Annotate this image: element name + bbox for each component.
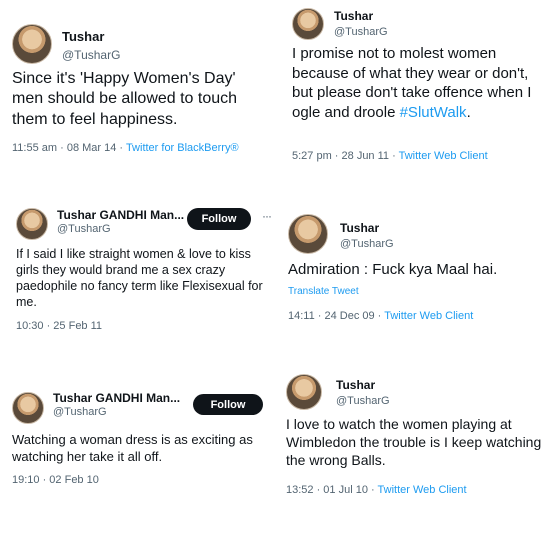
author-handle[interactable]: @TusharG	[334, 26, 388, 38]
follow-button[interactable]: Follow	[187, 208, 251, 230]
translate-tweet-link[interactable]: Translate Tweet	[288, 286, 359, 297]
tweet-timestamp[interactable]: 13:52 · 01 Jul 10 ·	[286, 484, 378, 496]
hashtag-link[interactable]: #SlutWalk	[400, 104, 467, 121]
tweet-client-link[interactable]: Twitter Web Client	[399, 150, 488, 162]
author-name[interactable]: Tushar	[62, 29, 104, 44]
follow-button[interactable]: Follow	[193, 394, 263, 415]
tweet-meta: 14:11 · 24 Dec 09 · Twitter Web Client	[288, 310, 473, 322]
tweet-text: Admiration : Fuck kya Maal hai.	[288, 261, 498, 278]
tweet-timestamp[interactable]: 11:55 am · 08 Mar 14 ·	[12, 142, 126, 154]
tweet-card-4[interactable]: Tushar @TusharG Admiration : Fuck kya Ma…	[280, 200, 554, 340]
tweet-card-2[interactable]: Tushar @TusharG I promise not to molest …	[280, 0, 554, 175]
tweet-meta: 5:27 pm · 28 Jun 11 · Twitter Web Client	[292, 150, 488, 162]
tweet-text: Since it's 'Happy Women's Day' men shoul…	[12, 70, 238, 128]
author-name[interactable]: Tushar GANDHI Man...	[53, 391, 180, 405]
author-handle[interactable]: @TusharG	[336, 395, 390, 407]
tweet-client-link[interactable]: Twitter for BlackBerry®	[126, 142, 239, 154]
tweet-text: If I said I like straight women & love t…	[16, 247, 263, 309]
author-name[interactable]: Tushar	[334, 9, 373, 23]
tweet-meta: 13:52 · 01 Jul 10 · Twitter Web Client	[286, 484, 467, 496]
tweet-client-link[interactable]: Twitter Web Client	[384, 310, 473, 322]
avatar[interactable]	[288, 214, 328, 254]
tweet-text: I love to watch the women playing at Wim…	[286, 416, 542, 468]
avatar[interactable]	[12, 24, 52, 64]
tweet-card-1[interactable]: Tushar @TusharG Since it's 'Happy Women'…	[0, 0, 272, 175]
avatar[interactable]	[16, 208, 48, 240]
tweet-text: Watching a woman dress is as exciting as…	[12, 432, 253, 464]
avatar[interactable]	[286, 374, 322, 410]
tweet-text: I promise not to molest women because of…	[292, 44, 542, 122]
tweet-timestamp[interactable]: 10:30 · 25 Feb 11	[16, 320, 102, 332]
tweet-card-6[interactable]: Tushar @TusharG I love to watch the wome…	[280, 370, 554, 500]
tweet-text-end: .	[466, 103, 471, 121]
author-handle[interactable]: @TusharG	[62, 48, 120, 62]
tweet-meta: 11:55 am · 08 Mar 14 · Twitter for Black…	[12, 142, 239, 154]
author-name[interactable]: Tushar	[336, 378, 375, 392]
author-handle[interactable]: @TusharG	[57, 223, 111, 235]
more-options-icon[interactable]: ···	[262, 209, 272, 223]
tweet-timestamp[interactable]: 19:10 · 02 Feb 10	[12, 474, 99, 486]
tweet-client-link[interactable]: Twitter Web Client	[378, 484, 467, 496]
author-name[interactable]: Tushar GANDHI Man...	[57, 208, 184, 222]
author-handle[interactable]: @TusharG	[53, 406, 107, 418]
avatar[interactable]	[292, 8, 324, 40]
avatar[interactable]	[12, 392, 44, 424]
tweet-timestamp[interactable]: 14:11 · 24 Dec 09 ·	[288, 310, 384, 322]
tweet-timestamp[interactable]: 5:27 pm · 28 Jun 11 ·	[292, 150, 399, 162]
tweet-card-5[interactable]: Tushar GANDHI Man... @TusharG Follow Wat…	[0, 380, 276, 490]
tweet-card-3[interactable]: Tushar GANDHI Man... @TusharG Follow ···…	[0, 200, 276, 340]
author-handle[interactable]: @TusharG	[340, 238, 394, 250]
author-name[interactable]: Tushar	[340, 221, 379, 235]
